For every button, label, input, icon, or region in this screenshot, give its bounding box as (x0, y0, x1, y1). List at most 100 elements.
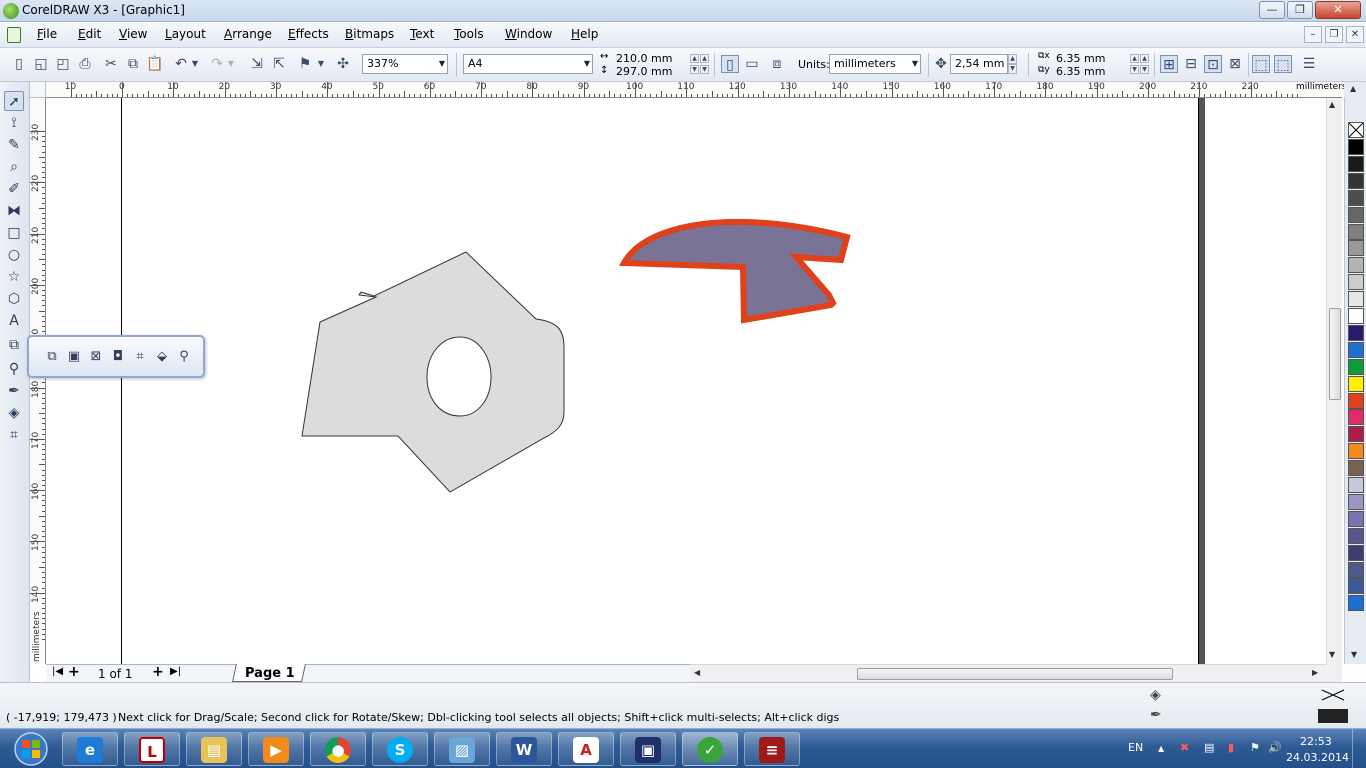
text-tool-icon[interactable]: A (4, 311, 24, 331)
first-page-icon[interactable]: |◀ (52, 666, 63, 677)
spin-up-icon[interactable]: ▲ (1140, 54, 1149, 63)
color-swatch[interactable] (1348, 240, 1364, 257)
outline-color-swatch[interactable] (1318, 709, 1348, 723)
color-swatch[interactable] (1348, 291, 1364, 308)
color-swatch[interactable] (1348, 189, 1364, 206)
drawing-canvas[interactable] (46, 98, 1326, 664)
landscape-icon[interactable]: ▭ (743, 55, 761, 73)
horizontal-ruler[interactable]: 1001020304050607080901001101201301401501… (46, 82, 1342, 98)
spin-down-icon[interactable]: ▼ (1140, 65, 1149, 74)
drop-shadow-icon[interactable]: ◘ (109, 348, 127, 366)
eyedropper-tool-icon[interactable]: ⚲ (4, 359, 24, 379)
duplicate-y-field[interactable]: 6.35 mm (1056, 65, 1105, 78)
page-layout-icon[interactable]: ⧈ (768, 55, 786, 73)
taskbar-media-player[interactable]: ▶ (248, 732, 304, 766)
vertical-ruler[interactable]: 230220210200190180170160150140millimeter… (30, 98, 46, 664)
pick-tool-icon[interactable]: ➚ (4, 91, 24, 111)
color-swatch[interactable] (1348, 578, 1364, 595)
color-swatch[interactable] (1348, 206, 1364, 223)
menu-file[interactable]: File (37, 27, 57, 41)
nudge-distance-field[interactable]: 2,54 mm (950, 54, 1008, 74)
navigator-corner[interactable] (1326, 664, 1342, 682)
color-swatch[interactable] (1348, 443, 1364, 460)
add-page-after-icon[interactable]: + (152, 664, 164, 680)
taskbar-winrar[interactable]: ≡ (744, 732, 800, 766)
cut-icon[interactable]: ✂ (102, 55, 120, 73)
start-button[interactable] (6, 731, 56, 767)
color-swatch[interactable] (1348, 341, 1364, 358)
zoom-level-combo[interactable]: 337% ▼ (362, 54, 448, 74)
fill-tool-icon[interactable]: ◈ (4, 403, 24, 423)
page-tab[interactable]: Page 1 (245, 666, 295, 681)
spin-up-icon[interactable]: ▲ (690, 54, 699, 63)
horizontal-scrollbar[interactable]: ◀ ▶ (690, 664, 1326, 682)
application-launcher-icon[interactable]: ⚑ (296, 55, 314, 73)
close-button[interactable]: ✕ (1315, 1, 1361, 19)
ruler-corner-origin[interactable] (30, 82, 46, 98)
spin-up-icon[interactable]: ▲ (1008, 54, 1017, 64)
outline-indicator-icon[interactable]: ✒ (1150, 707, 1162, 723)
scroll-left-icon[interactable]: ◀ (694, 668, 700, 677)
taskbar-chrome[interactable]: ● (310, 732, 366, 766)
fill-none-swatch[interactable] (1318, 687, 1348, 703)
new-document-icon[interactable]: ▯ (10, 55, 28, 73)
color-swatch[interactable] (1348, 460, 1364, 477)
smart-fill-tool-icon[interactable]: ⧓ (4, 201, 24, 221)
spin-down-icon[interactable]: ▼ (1130, 65, 1139, 74)
taskbar-internet-explorer[interactable]: e (62, 732, 118, 766)
flag-icon[interactable]: ⚑ (1250, 741, 1260, 754)
color-swatch[interactable] (1348, 223, 1364, 240)
launcher-dropdown-icon[interactable]: ▼ (316, 55, 326, 73)
device-icon[interactable]: ▤ (1204, 741, 1214, 754)
color-swatch[interactable] (1348, 510, 1364, 527)
maximize-button[interactable]: ❐ (1287, 1, 1313, 19)
envelope-icon[interactable]: ⌗ (131, 348, 149, 366)
menu-layout[interactable]: Layout (165, 27, 206, 41)
color-swatch[interactable] (1348, 493, 1364, 510)
color-swatch[interactable] (1348, 308, 1364, 324)
crop-tool-icon[interactable]: ✎ (4, 135, 24, 155)
color-swatch[interactable] (1348, 257, 1364, 274)
transparency-icon[interactable]: ⚲ (175, 348, 193, 366)
taskbar-word[interactable]: W (496, 732, 552, 766)
snap-to-guidelines-icon[interactable]: ⊟ (1182, 55, 1200, 73)
import-icon[interactable]: ⇲ (248, 55, 266, 73)
menu-help[interactable]: Help (571, 27, 598, 41)
print-icon[interactable]: ⎙ (76, 55, 94, 73)
color-swatch[interactable] (1348, 375, 1364, 392)
spin-down-icon[interactable]: ▼ (1008, 64, 1017, 74)
show-hidden-icons-icon[interactable]: ▲ (1158, 744, 1164, 753)
menu-tools[interactable]: Tools (454, 27, 484, 41)
rectangle-tool-icon[interactable]: □ (4, 223, 24, 243)
show-desktop-button[interactable] (1352, 729, 1366, 768)
duplicate-x-field[interactable]: 6.35 mm (1056, 52, 1105, 65)
mdi-minimize-button[interactable]: – (1304, 26, 1322, 43)
mdi-restore-button[interactable]: ❐ (1325, 26, 1343, 43)
volume-icon[interactable]: 🔊 (1268, 741, 1282, 754)
polygon-tool-icon[interactable]: ☆ (4, 267, 24, 287)
page-height-field[interactable]: 297.0 mm (616, 65, 672, 78)
distort-icon[interactable]: ⊠ (87, 348, 105, 366)
palette-scroll-down-icon[interactable]: ▼ (1351, 650, 1357, 659)
draw-objects-icon[interactable]: ⬚ (1274, 55, 1292, 73)
blend-icon[interactable]: ⧉ (43, 348, 61, 366)
add-page-before-icon[interactable]: + (68, 664, 80, 680)
menu-edit[interactable]: Edit (78, 27, 101, 41)
signal-icon[interactable]: ▮ (1228, 741, 1234, 754)
network-warning-icon[interactable]: ✖ (1180, 741, 1189, 754)
color-swatch[interactable] (1348, 527, 1364, 544)
color-swatch[interactable] (1348, 561, 1364, 578)
menu-effects[interactable]: Effects (288, 27, 329, 41)
color-swatch[interactable] (1348, 155, 1364, 172)
contour-icon[interactable]: ▣ (65, 348, 83, 366)
spin-down-icon[interactable]: ▼ (690, 65, 699, 74)
options-icon[interactable]: ☰ (1300, 55, 1318, 73)
vertical-scroll-thumb[interactable] (1329, 308, 1341, 400)
minimize-button[interactable]: — (1259, 1, 1285, 19)
snap-to-grid-icon[interactable]: ⊞ (1160, 55, 1178, 73)
clock-time[interactable]: 22:53 (1300, 735, 1332, 748)
color-swatch[interactable] (1348, 358, 1364, 375)
outline-tool-icon[interactable]: ✒ (4, 381, 24, 401)
taskbar-skype[interactable]: S (372, 732, 428, 766)
welcome-screen-icon[interactable]: ✣ (334, 55, 352, 73)
